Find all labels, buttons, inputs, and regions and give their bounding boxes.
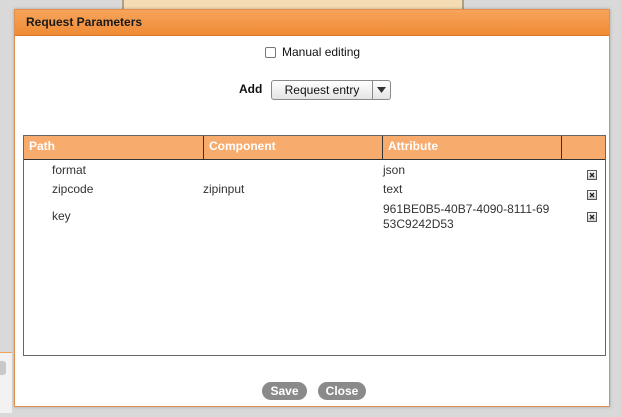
row-attribute: json [383,163,406,177]
row-component: zipinput [203,182,245,196]
column-header-path[interactable]: Path [24,136,203,159]
row-path: format [52,163,87,177]
delete-icon[interactable] [587,212,597,222]
column-header-component[interactable]: Component [203,136,382,159]
delete-icon[interactable] [587,170,597,180]
manual-editing-row: Manual editing [265,44,360,60]
column-header-attribute[interactable]: Attribute [382,136,561,159]
manual-editing-label[interactable]: Manual editing [282,45,360,59]
column-header-actions [561,136,606,159]
table-header: Path Component Attribute [24,136,605,160]
row-attribute: text [383,182,403,196]
add-label: Add [239,82,263,96]
add-entry-select[interactable]: Request entry [271,80,391,100]
background-panel [0,352,12,413]
add-entry-select-value: Request entry [284,83,360,97]
dialog-titlebar[interactable]: Request Parameters [15,10,609,36]
delete-icon[interactable] [587,190,597,200]
close-button[interactable]: Close [318,382,366,400]
row-path: key [52,209,71,223]
row-attribute: 961BE0B5-40B7-4090-8111-6953C9242D53 [383,202,550,231]
save-button[interactable]: Save [262,382,307,400]
background-handle [0,361,6,375]
parameters-table: Path Component Attribute format json zip… [23,135,606,356]
manual-editing-checkbox[interactable] [265,46,276,58]
chevron-down-icon[interactable] [372,81,390,99]
row-path: zipcode [52,182,94,196]
request-parameters-dialog: Request Parameters Manual editing Add Re… [14,9,610,407]
dialog-title: Request Parameters [26,15,143,29]
